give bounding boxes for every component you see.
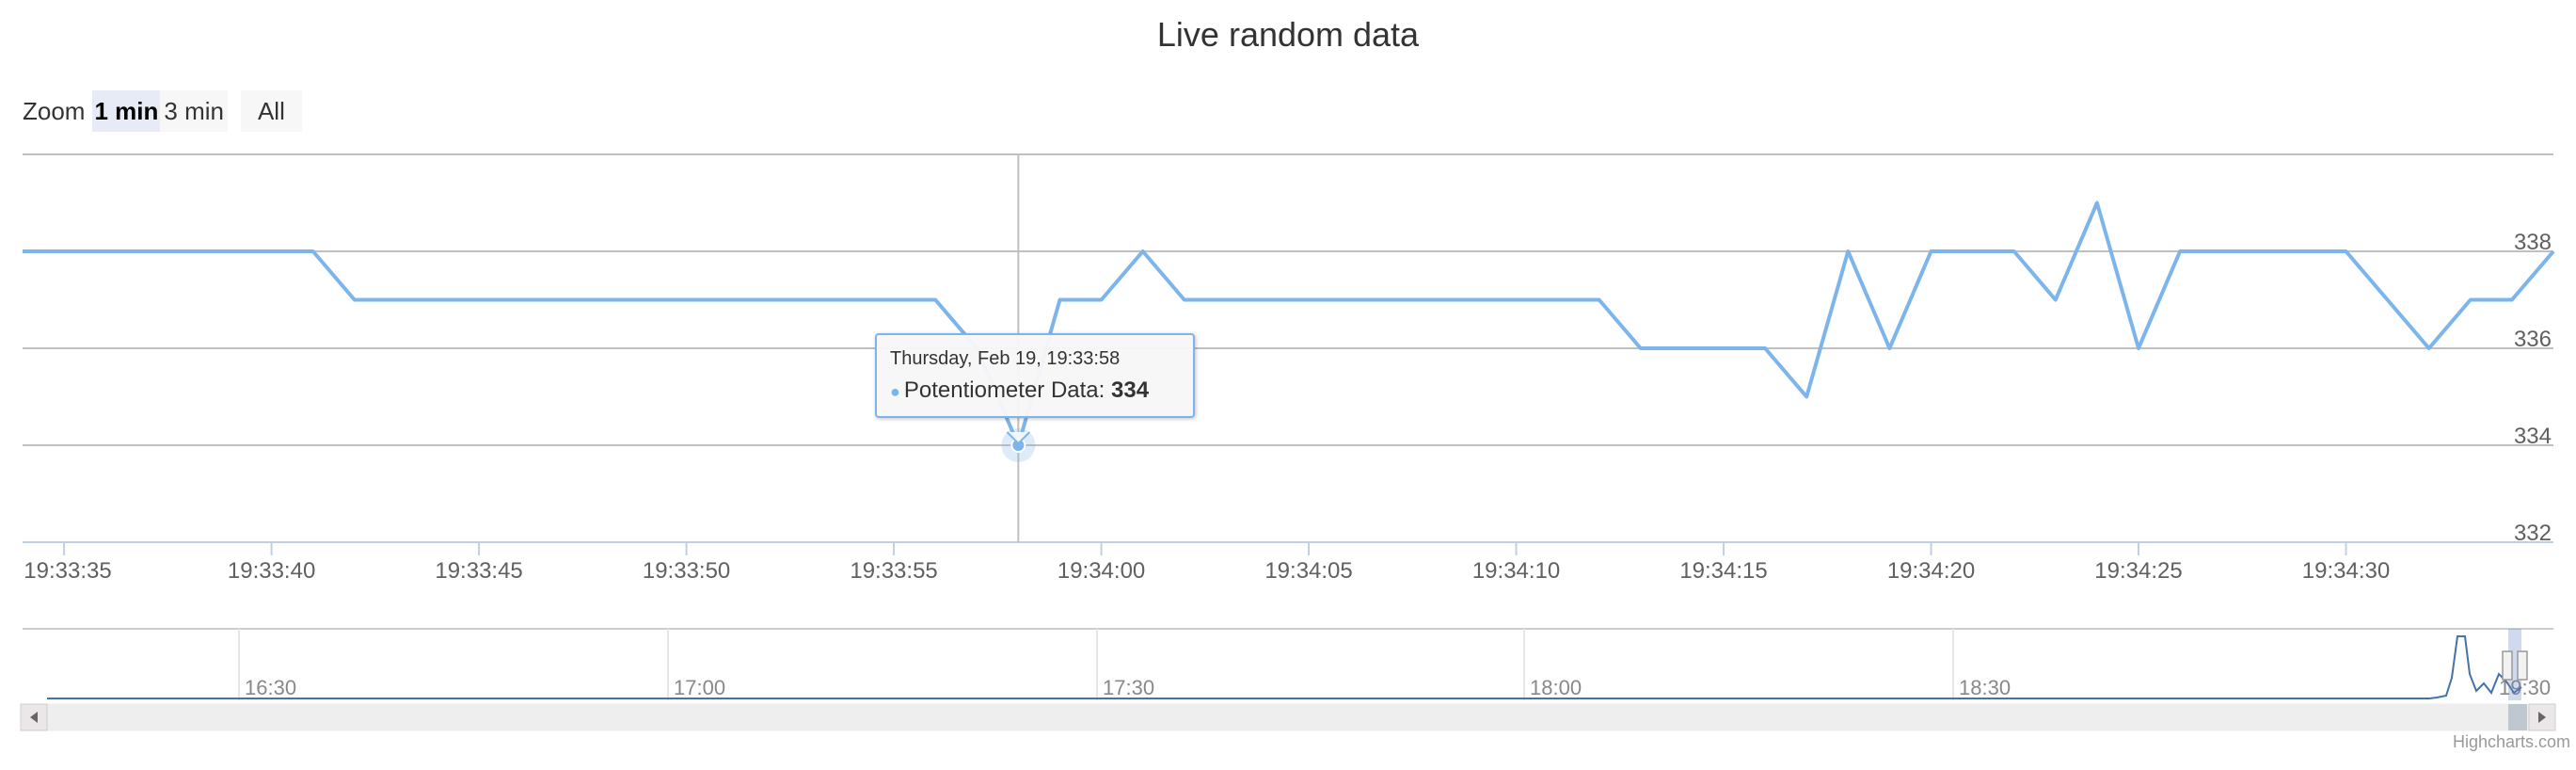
tooltip: Thursday, Feb 19, 19:33:58 ● Potentiomete… — [875, 333, 1195, 418]
navigator[interactable]: 16:30 17:00 17:30 18:00 18:30 19:30 — [23, 628, 2553, 700]
navigator-tick-label: 18:00 — [1530, 676, 1582, 699]
x-tick-label: 19:34:15 — [1679, 558, 1767, 584]
x-tick-label: 19:34:30 — [2302, 558, 2390, 584]
tooltip-value: 334 — [1111, 377, 1150, 403]
x-tick-label: 19:33:55 — [850, 558, 937, 584]
x-tick-label: 19:33:45 — [435, 558, 522, 584]
scrollbar-thumb[interactable] — [2508, 704, 2527, 730]
x-tick-label: 19:34:00 — [1057, 558, 1145, 584]
x-tick-label: 19:34:20 — [1887, 558, 1975, 584]
scrollbar-track[interactable] — [20, 703, 2556, 731]
x-axis: 19:33:35 19:33:40 19:33:45 19:33:50 19:33:55… — [23, 541, 2553, 584]
x-tick-label: 19:33:35 — [24, 558, 111, 584]
navigator-tick-label: 17:30 — [1103, 676, 1154, 699]
tooltip-date: Thursday, Feb 19, 19:33:58 — [890, 348, 1121, 369]
scrollbar[interactable] — [20, 703, 2556, 731]
chart-area: 332334336338 19:33:35 19:33:40 19:33:45 19:… — [20, 153, 2556, 731]
y-tick-label: 334 — [2514, 424, 2552, 449]
x-tick-label: 19:34:10 — [1472, 558, 1560, 584]
navigator-tick-label: 18:30 — [1959, 676, 2011, 699]
navigator-tick-label: 16:30 — [245, 676, 296, 699]
navigator-handle-right[interactable] — [2517, 650, 2528, 681]
x-tick-label: 19:33:40 — [228, 558, 315, 584]
series-dot-icon: ● — [890, 382, 900, 401]
x-tick-label: 19:33:50 — [643, 558, 730, 584]
tooltip-series-name: Potentiometer Data — [903, 377, 1099, 403]
hover-marker — [1001, 428, 1036, 462]
navigator-handle-left[interactable] — [2502, 650, 2513, 681]
tooltip-row: ● Potentiometer Data: 334 — [890, 377, 1180, 404]
x-tick-label: 19:34:05 — [1264, 558, 1352, 584]
navigator-background — [23, 629, 2553, 700]
credits-link[interactable]: Highcharts.com — [2453, 732, 2570, 752]
y-tick-label: 338 — [2514, 230, 2552, 255]
tooltip-separator: : — [1098, 377, 1111, 403]
y-tick-label: 336 — [2514, 327, 2552, 352]
series-line-potentiometer[interactable] — [23, 201, 2555, 447]
navigator-tick-label: 17:00 — [674, 676, 725, 699]
x-tick-label: 19:34:25 — [2094, 558, 2182, 584]
